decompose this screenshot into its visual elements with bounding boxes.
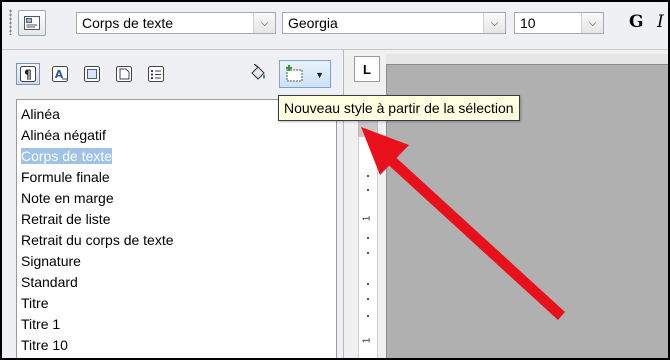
- fill-format-mode-button[interactable]: [246, 63, 270, 85]
- font-size-value: 10: [520, 15, 536, 31]
- font-name-combo[interactable]: Georgia ⌵: [282, 12, 506, 34]
- ruler-tick: [367, 175, 369, 177]
- list-item[interactable]: Titre 10: [21, 335, 68, 356]
- frame-styles-button[interactable]: [80, 63, 104, 85]
- ruler-tick: [367, 298, 369, 300]
- list-item[interactable]: Formule finale: [21, 167, 110, 188]
- paragraph-styles-icon: ¶: [20, 66, 36, 82]
- svg-text:¶: ¶: [24, 68, 32, 82]
- styles-sidebar-button[interactable]: [18, 10, 46, 36]
- list-item[interactable]: Signature: [21, 251, 81, 272]
- list-item[interactable]: Retrait du corps de texte: [21, 230, 174, 251]
- list-item[interactable]: Standard: [21, 272, 78, 293]
- paragraph-style-value: Corps de texte: [82, 15, 174, 31]
- bold-button[interactable]: G: [629, 12, 644, 32]
- chevron-down-icon[interactable]: ⌵: [581, 13, 603, 33]
- chevron-down-icon[interactable]: ⌵: [483, 13, 505, 33]
- horizontal-ruler[interactable]: [386, 54, 668, 64]
- frame-styles-icon: [84, 66, 100, 82]
- list-item-selected[interactable]: Corps de texte: [21, 146, 113, 167]
- list-styles-icon: [148, 66, 164, 82]
- tab-stop-selector[interactable]: L: [354, 56, 380, 82]
- italic-button[interactable]: I: [657, 12, 664, 32]
- formatting-toolbar: Corps de texte ⌵ Georgia ⌵ 10 ⌵ G I: [2, 2, 668, 50]
- font-size-combo[interactable]: 10 ⌵: [514, 12, 604, 34]
- ruler-tick: [367, 189, 369, 191]
- fill-format-icon: [251, 64, 265, 80]
- page-styles-button[interactable]: [112, 63, 136, 85]
- list-item[interactable]: Alinéa négatif: [21, 125, 106, 146]
- character-styles-button[interactable]: A: [48, 63, 72, 85]
- paragraph-styles-button[interactable]: ¶: [16, 63, 40, 85]
- font-name-value: Georgia: [288, 15, 338, 31]
- list-item[interactable]: Titre 1: [21, 314, 60, 335]
- tooltip: Nouveau style à partir de la sélection: [278, 95, 520, 121]
- paragraph-style-combo[interactable]: Corps de texte ⌵: [76, 12, 276, 34]
- libreoffice-window: Corps de texte ⌵ Georgia ⌵ 10 ⌵ G I ¶ A: [0, 0, 670, 360]
- list-styles-button[interactable]: [144, 63, 168, 85]
- list-item[interactable]: Retrait de liste: [21, 209, 110, 230]
- chevron-down-icon[interactable]: ▼: [315, 70, 324, 80]
- ruler-tick: [367, 237, 369, 239]
- ruler-tick: [367, 315, 369, 317]
- toolbar-grip[interactable]: [9, 9, 12, 35]
- ruler-tick: [367, 283, 369, 285]
- ruler-label: 1: [361, 337, 373, 344]
- ruler-label: 1: [361, 215, 373, 222]
- page-styles-icon: [116, 66, 132, 82]
- list-item[interactable]: Alinéa: [21, 104, 60, 125]
- chevron-down-icon[interactable]: ⌵: [253, 13, 275, 33]
- new-style-from-selection-button[interactable]: ▼: [279, 60, 331, 88]
- ruler-tick: [367, 252, 369, 254]
- character-styles-icon: A: [52, 66, 68, 82]
- list-item[interactable]: Titre: [21, 293, 48, 314]
- list-item[interactable]: Note en marge: [21, 188, 114, 209]
- styles-window-icon: [24, 16, 40, 30]
- styles-list[interactable]: Alinéa Alinéa négatif Corps de texte For…: [16, 99, 337, 358]
- new-style-from-selection-icon: [286, 65, 303, 82]
